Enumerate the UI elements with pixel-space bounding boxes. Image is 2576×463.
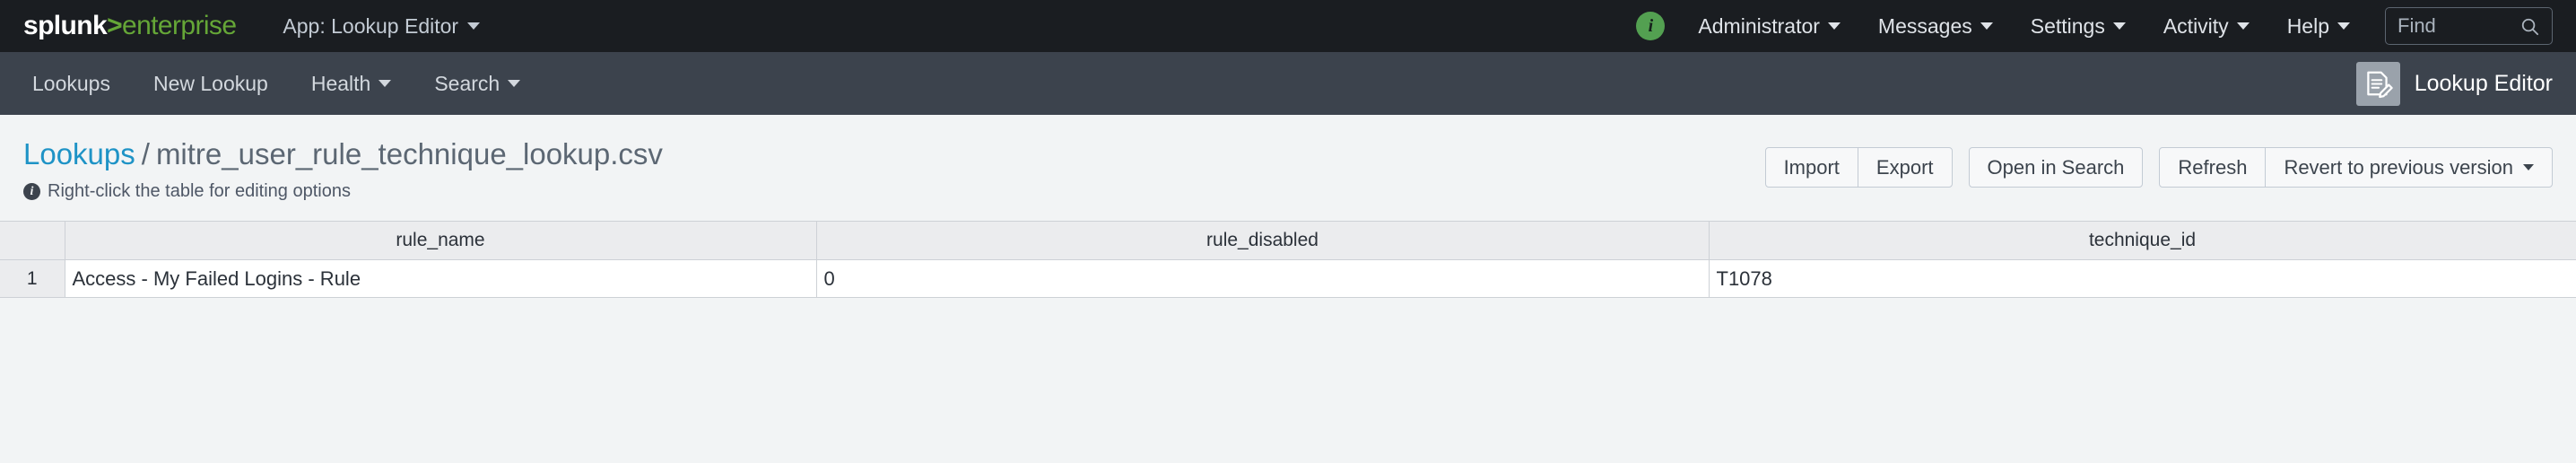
table-header: rule_name rule_disabled technique_id [0, 221, 2576, 260]
column-header-rule-name[interactable]: rule_name [65, 221, 817, 260]
chevron-down-icon [1827, 22, 1841, 30]
export-button-label: Export [1875, 155, 1934, 179]
cell-rule-name[interactable]: Access - My Failed Logins - Rule [65, 259, 817, 298]
row-number-header [0, 221, 65, 260]
refresh-button[interactable]: Refresh [2159, 147, 2267, 188]
refresh-revert-group: Refresh Revert to previous version [2159, 147, 2553, 188]
logo-edition: enterprise [122, 11, 237, 40]
action-button-bar: Import Export Open in Search Refresh Rev… [1764, 147, 2553, 188]
breadcrumb-separator: / [141, 137, 150, 170]
logo-separator: > [107, 11, 123, 40]
appnav-item-lookups[interactable]: Lookups [11, 52, 132, 115]
refresh-button-label: Refresh [2178, 155, 2248, 179]
chevron-down-icon [1980, 22, 1993, 30]
revert-version-button[interactable]: Revert to previous version [2265, 147, 2553, 188]
app-selector-menu[interactable]: App: Lookup Editor [283, 13, 481, 39]
top-menu-administrator[interactable]: Administrator [1679, 14, 1858, 39]
column-header-rule-disabled[interactable]: rule_disabled [816, 221, 1710, 260]
column-header-technique-id[interactable]: technique_id [1709, 221, 2576, 260]
appnav-item-lookups-label: Lookups [32, 72, 110, 95]
breadcrumb-parent-link[interactable]: Lookups [23, 137, 135, 170]
splunk-logo[interactable]: splunk>enterprise [23, 11, 237, 40]
chevron-down-icon [2523, 164, 2534, 170]
revert-version-button-label: Revert to previous version [2284, 155, 2513, 179]
top-menu-activity-label: Activity [2163, 13, 2229, 38]
import-button-label: Import [1783, 155, 1840, 179]
open-in-search-button[interactable]: Open in Search [1968, 147, 2144, 188]
top-menu-help-label: Help [2286, 13, 2329, 38]
cell-rule-disabled[interactable]: 0 [816, 259, 1710, 298]
top-menu-settings-label: Settings [2030, 13, 2105, 38]
appnav-item-health[interactable]: Health [290, 52, 413, 115]
document-pencil-icon [2355, 61, 2400, 106]
open-in-search-button-label: Open in Search [1987, 155, 2125, 179]
row-number-cell: 1 [0, 259, 65, 298]
app-brand-label: Lookup Editor [2414, 70, 2553, 96]
appnav-item-health-label: Health [310, 72, 371, 95]
info-badge-icon[interactable]: i [1636, 12, 1666, 40]
search-icon [2521, 18, 2539, 35]
chevron-down-icon [508, 80, 521, 87]
chevron-down-icon [2112, 22, 2126, 30]
find-input[interactable]: Find [2398, 14, 2436, 38]
top-bar-right-group: i Administrator Messages Settings Activi… [1636, 7, 2553, 45]
app-navigation-bar: Lookups New Lookup Health Search Lookup … [0, 52, 2576, 115]
lookup-table-container: rule_name rule_disabled technique_id 1 A… [0, 221, 2576, 424]
top-system-bar: splunk>enterprise App: Lookup Editor i A… [0, 0, 2576, 52]
lookup-table[interactable]: rule_name rule_disabled technique_id 1 A… [0, 221, 2576, 298]
import-button[interactable]: Import [1764, 147, 1858, 188]
breadcrumb-current-file: mitre_user_rule_technique_lookup.csv [155, 137, 663, 170]
table-body: 1 Access - My Failed Logins - Rule 0 T10… [0, 259, 2576, 298]
info-icon: i [23, 183, 40, 201]
top-menu-administrator-label: Administrator [1698, 13, 1820, 38]
appnav-item-search-label: Search [434, 72, 500, 95]
top-menu-messages[interactable]: Messages [1859, 14, 2012, 39]
table-empty-area [0, 298, 2576, 424]
appnav-item-new-lookup[interactable]: New Lookup [132, 52, 290, 115]
top-menu-help[interactable]: Help [2268, 14, 2369, 39]
app-selector-label: App: Lookup Editor [283, 13, 459, 38]
appnav-item-new-lookup-label: New Lookup [152, 72, 268, 95]
top-menu-messages-label: Messages [1877, 13, 1972, 38]
appnav-item-search[interactable]: Search [413, 52, 542, 115]
cell-technique-id[interactable]: T1078 [1709, 259, 2576, 298]
chevron-down-icon [467, 22, 481, 30]
open-in-search-group: Open in Search [1968, 147, 2144, 188]
page-header: Lookups / mitre_user_rule_technique_lookup… [0, 115, 2576, 221]
top-menu-settings[interactable]: Settings [2012, 14, 2145, 39]
table-row[interactable]: 1 Access - My Failed Logins - Rule 0 T10… [0, 259, 2576, 298]
top-menu-activity[interactable]: Activity [2145, 14, 2268, 39]
chevron-down-icon [2236, 22, 2250, 30]
logo-brand: splunk [23, 11, 108, 40]
chevron-down-icon [2337, 22, 2350, 30]
chevron-down-icon [379, 80, 392, 87]
app-brand-group: Lookup Editor [2355, 61, 2576, 106]
import-export-group: Import Export [1764, 147, 1953, 188]
editing-hint-text: Right-click the table for editing option… [48, 181, 351, 202]
find-search-box[interactable]: Find [2385, 7, 2553, 45]
table-header-row: rule_name rule_disabled technique_id [0, 221, 2576, 260]
export-button[interactable]: Export [1857, 147, 1953, 188]
